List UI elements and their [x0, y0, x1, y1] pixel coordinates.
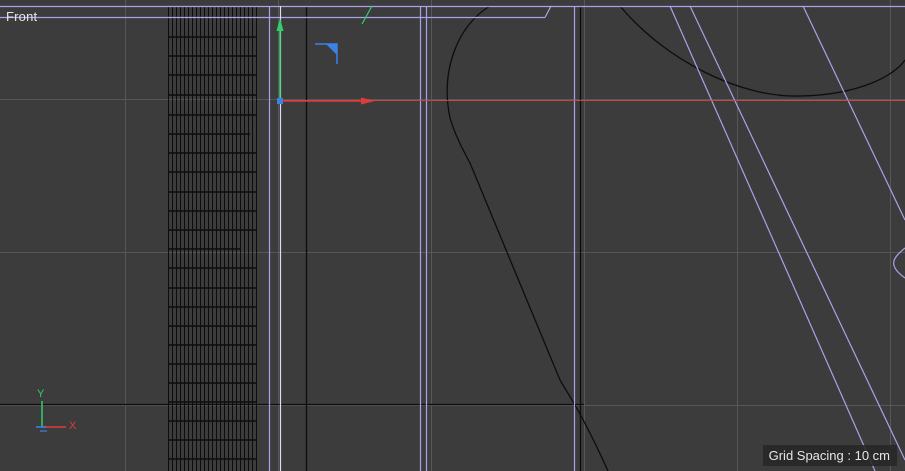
move-gizmo-icon[interactable]	[276, 18, 376, 105]
black-wireframe	[0, 5, 905, 471]
view-corner-icon	[315, 43, 338, 64]
y-handle-stray-line	[361, 5, 373, 25]
background-grid	[0, 0, 905, 471]
axis-x-label: X	[69, 420, 77, 432]
violet-guides	[0, 5, 905, 471]
grid-spacing-readout: Grid Spacing : 10 cm	[762, 445, 897, 466]
viewport-title[interactable]: Front	[6, 9, 37, 24]
viewport-canvas[interactable]	[0, 0, 905, 471]
front-viewport[interactable]: Front Y X Grid Spacing : 10 cm	[0, 0, 905, 471]
dense-mesh-column	[168, 6, 257, 471]
axis-y-label: Y	[37, 388, 45, 400]
